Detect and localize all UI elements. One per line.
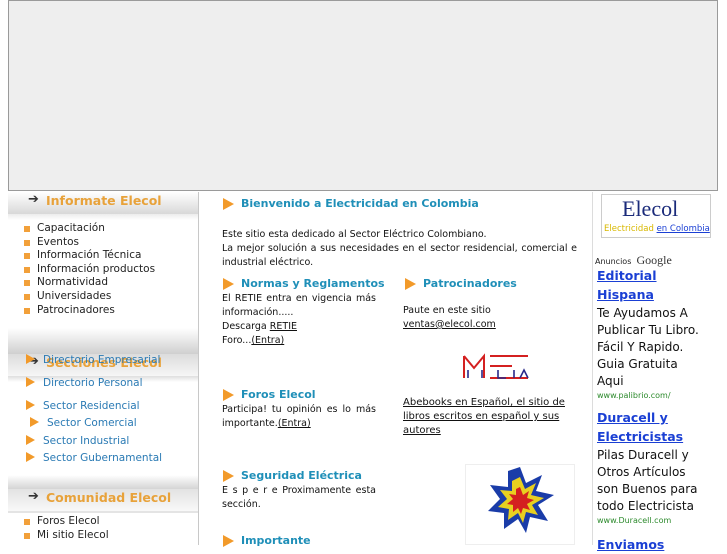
nav-informacion-productos[interactable]: Información productos	[8, 263, 198, 277]
foros-entra-link[interactable]: (Entra)	[278, 418, 311, 429]
arrow-right-icon: ➔	[28, 489, 39, 504]
comunidad-header: ➔ Comunidad Elecol	[8, 489, 198, 511]
foros-text: Participa! tu opinión es lo más importan…	[222, 404, 376, 429]
nav-informacion-tecnica[interactable]: Información Técnica	[8, 249, 198, 263]
ad-url-editorial[interactable]: www.palibrio.com/	[597, 391, 671, 400]
foros-heading: Foros Elecol	[223, 388, 316, 401]
foro-entra-link[interactable]: (Entra)	[251, 335, 284, 346]
comunidad-list: Foros Elecol Mi sitio Elecol	[8, 513, 198, 542]
nav-eventos[interactable]: Eventos	[8, 236, 198, 250]
nav-directorio-personal[interactable]: Directorio Personal	[26, 377, 143, 389]
informate-header: ➔ Informate Elecol	[8, 192, 198, 214]
top-banner	[8, 0, 718, 191]
divider	[8, 328, 198, 355]
arrow-icon	[223, 535, 234, 547]
welcome-text: Este sitio esta dedicado al Sector Eléct…	[222, 229, 577, 268]
ad-text-duracell: Pilas Duracell y Otros Artículos son Bue…	[597, 448, 698, 513]
arrow-icon	[26, 435, 35, 445]
google-logo: Google	[636, 253, 672, 267]
bullet-icon	[24, 307, 30, 314]
nav-foros-elecol[interactable]: Foros Elecol	[8, 515, 198, 529]
normas-heading: Normas y Reglamentos	[223, 277, 385, 290]
bullet-icon	[24, 532, 30, 539]
ad-url-duracell[interactable]: www.Duracell.com	[597, 516, 671, 525]
nav-sector-comercial[interactable]: Sector Comercial	[30, 417, 137, 429]
page-edge	[711, 192, 727, 545]
bullet-icon	[24, 239, 30, 246]
ad-text-editorial: Te Ayudamos A Publicar Tu Libro. Fácil Y…	[597, 306, 699, 388]
meltda-logo[interactable]	[462, 352, 530, 382]
comunidad-title: Comunidad Elecol	[46, 490, 172, 505]
arrow-right-icon: ➔	[28, 192, 39, 207]
retie-link[interactable]: RETIE	[270, 321, 297, 332]
nav-patrocinadores[interactable]: Patrocinadores	[8, 304, 198, 318]
ad-title-editorial[interactable]: Editorial Hispana	[597, 266, 657, 304]
nav-normatividad[interactable]: Normatividad	[8, 276, 198, 290]
importante-heading: Importante	[223, 534, 311, 547]
arrow-icon	[26, 452, 35, 462]
nav-mi-sitio-elecol[interactable]: Mi sitio Elecol	[8, 529, 198, 543]
nav-sector-industrial[interactable]: Sector Industrial	[26, 435, 129, 447]
nav-universidades[interactable]: Universidades	[8, 290, 198, 304]
nav-sector-residencial[interactable]: Sector Residencial	[26, 400, 140, 412]
elecol-logo[interactable]: Elecol Electricidad en Colombia	[601, 194, 711, 238]
informate-list: Capacitación Eventos Información Técnica…	[8, 220, 198, 317]
left-sidebar: ➔ Informate Elecol Capacitación Eventos …	[8, 192, 199, 545]
main-content: Bienvenido a Electricidad en Colombia Es…	[200, 192, 590, 547]
arrow-icon	[405, 278, 416, 290]
arrow-icon	[223, 278, 234, 290]
arrow-icon	[26, 354, 35, 364]
arrow-icon	[223, 470, 234, 482]
nav-capacitacion[interactable]: Capacitación	[8, 222, 198, 236]
welcome-heading: Bienvenido a Electricidad en Colombia	[223, 197, 479, 210]
patrocinadores-heading: Patrocinadores	[405, 277, 517, 290]
arrow-icon	[26, 400, 35, 410]
divider	[8, 475, 198, 489]
seguridad-heading: Seguridad Eléctrica	[223, 469, 362, 482]
ad-title-duracell[interactable]: Duracell y Electricistas	[597, 408, 683, 446]
bullet-icon	[24, 519, 30, 525]
bullet-icon	[24, 266, 30, 273]
arrow-icon	[223, 389, 234, 401]
bullet-icon	[24, 253, 30, 260]
sponsor-email-link[interactable]: ventas@elecol.com	[403, 318, 573, 332]
bullet-icon	[24, 226, 30, 232]
colombia-star-logo[interactable]	[465, 464, 575, 545]
bullet-icon	[24, 293, 30, 300]
nav-sector-gubernamental[interactable]: Sector Gubernamental	[26, 452, 162, 464]
nav-directorio-empresarial[interactable]: Directorio Empresarial	[26, 354, 160, 366]
arrow-icon	[223, 198, 234, 210]
seguridad-text: E s p e r e Proximamente esta sección.	[222, 485, 376, 510]
bullet-icon	[24, 280, 30, 287]
abebooks-link[interactable]: Abebooks en Español, el sitio de libros …	[403, 396, 579, 438]
informate-title: Informate Elecol	[46, 193, 162, 208]
right-column: Elecol Electricidad en Colombia Anuncios…	[592, 192, 712, 552]
patrocinadores-text: Paute en este sitio ventas@elecol.com	[403, 304, 573, 332]
arrow-icon	[26, 377, 35, 387]
normas-text: El RETIE entra en vigencia más informaci…	[222, 293, 376, 346]
arrow-icon	[30, 417, 39, 427]
